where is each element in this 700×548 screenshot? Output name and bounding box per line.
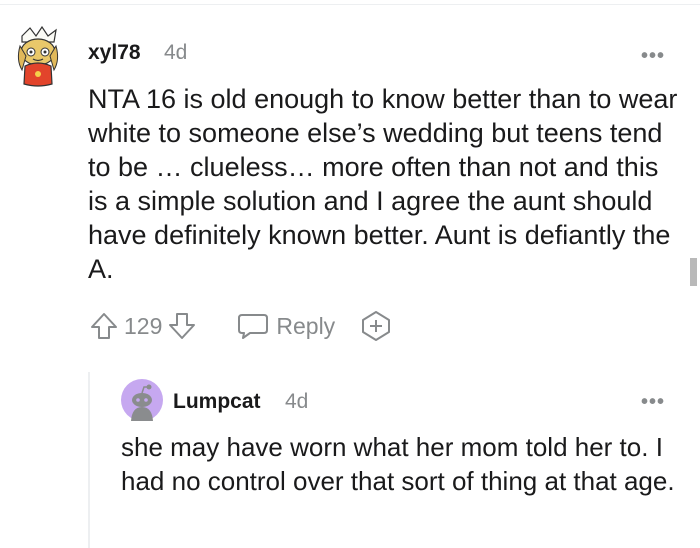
comment-age: 4d (164, 41, 188, 64)
scrollbar-thumb[interactable] (690, 258, 697, 286)
downvote-icon[interactable] (166, 310, 198, 342)
comment-author[interactable]: xyl78 (88, 41, 141, 65)
reply-bubble-icon (238, 314, 269, 339)
thread-line[interactable] (88, 372, 90, 548)
reply-age: 4d (285, 390, 309, 413)
author-avatar[interactable] (12, 25, 64, 88)
reply-body: she may have worn what her mom told her … (121, 432, 675, 496)
upvote-icon[interactable] (88, 310, 120, 342)
reply-label: Reply (276, 312, 336, 339)
reply-button[interactable]: Reply (236, 310, 335, 342)
top-divider (0, 4, 700, 5)
snoo-default-avatar-icon (121, 379, 163, 421)
vote-score: 129 (124, 312, 163, 339)
comment-actions: 129 Reply (88, 306, 393, 346)
reply-more-options-icon[interactable]: ••• (641, 392, 665, 412)
snoo-avatar-icon (17, 25, 59, 87)
award-icon[interactable] (359, 309, 393, 343)
reply-author-avatar[interactable] (121, 379, 163, 421)
reply-author[interactable]: Lumpcat (173, 390, 261, 414)
comment-body: NTA 16 is old enough to know better than… (88, 84, 678, 284)
comment-more-options-icon[interactable]: ••• (641, 46, 665, 66)
